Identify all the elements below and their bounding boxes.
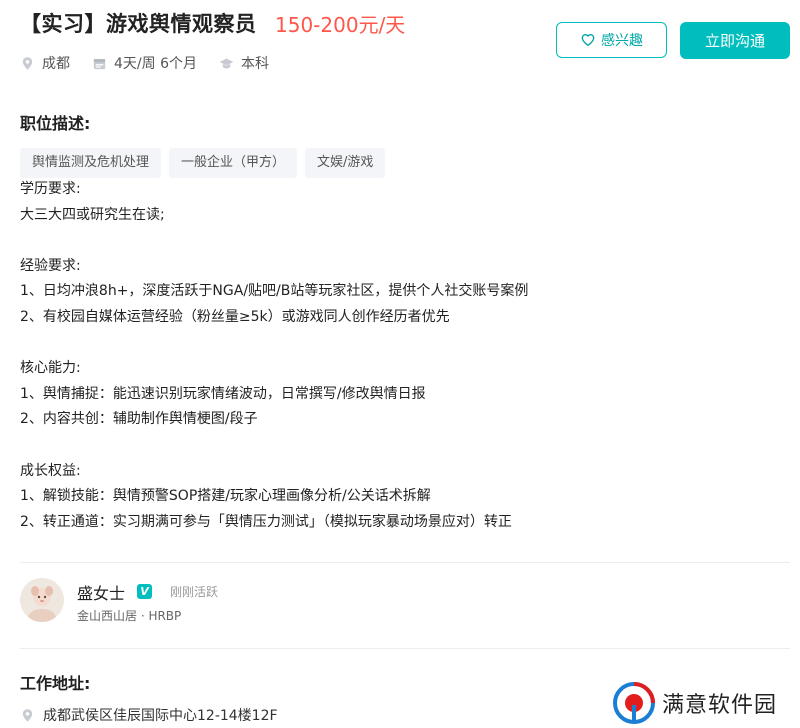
meta-education: 本科 [219,53,269,73]
meta-schedule: 4天/周 6个月 [92,53,197,73]
recruiter-name: 盛女士 [77,584,126,603]
description-line [20,228,780,254]
chat-now-button[interactable]: 立即沟通 [680,22,790,59]
recruiter-avatar-image [20,578,64,622]
address-section-title: 工作地址: [20,674,91,693]
recruiter-company-role: 金山西山居 · HRBP [77,609,182,623]
job-tag: 舆情监测及危机处理 [20,148,162,178]
site-watermark: 满意软件园 [612,680,792,726]
meta-city-text: 成都 [42,56,70,72]
description-line: 2、内容共创：辅助制作舆情梗图/段子 [20,411,258,428]
location-pin-icon [22,56,33,70]
description-line: 1、解锁技能：舆情预警SOP搭建/玩家心理画像分析/公关话术拆解 [20,488,431,505]
description-line: 2、有校园自媒体运营经验（粉丝量≥5k）或游戏同人创作经历者优先 [20,308,450,325]
work-address-text: 成都武侯区佳辰国际中心12-14楼12F [43,708,278,724]
description-line: 经验要求: [20,257,81,274]
meta-city: 成都 [20,53,70,73]
section-divider [20,648,790,649]
graduation-cap-icon [219,58,234,68]
heart-icon [581,34,595,46]
watermark-logo-icon [613,682,655,724]
job-title: 【实习】游戏舆情观察员 [20,12,257,36]
job-tag: 一般企业（甲方） [169,148,298,178]
job-salary: 150-200元/天 [275,13,406,37]
description-section-title: 职位描述: [20,114,91,133]
section-divider [20,562,790,563]
job-header: 【实习】游戏舆情观察员 150-200元/天 感兴趣 立即沟通 成都 4天/周 … [0,0,800,90]
description-line: 2、转正通道：实习期满可参与「舆情压力测试」（模拟玩家暴动场景应对）转正 [20,513,512,530]
interest-button[interactable]: 感兴趣 [556,22,667,58]
calendar-icon [93,58,106,69]
meta-education-text: 本科 [240,56,269,72]
description-line: 核心能力: [20,360,81,377]
description-line: 学历要求: [20,181,81,197]
job-description: 学历要求: 大三大四或研究生在读; 经验要求: 1、日均冲浪8h+，深度活跃于N… [20,177,780,535]
watermark-text: 满意软件园 [662,693,778,718]
description-line: 大三大四或研究生在读; [20,206,165,223]
job-tags: 舆情监测及危机处理 一般企业（甲方） 文娱/游戏 [20,148,386,178]
description-line: 成长权益: [20,462,81,479]
description-line [20,433,780,459]
avatar[interactable] [20,578,64,622]
job-tag: 文娱/游戏 [305,148,386,178]
location-pin-icon [22,708,33,722]
description-line [20,331,780,357]
description-line: 1、日均冲浪8h+，深度活跃于NGA/贴吧/B站等玩家社区，提供个人社交账号案例 [20,283,529,300]
verified-badge-icon: V [137,584,152,599]
interest-button-label: 感兴趣 [601,33,643,49]
job-meta: 成都 4天/周 6个月 本科 [20,53,291,73]
meta-schedule-text: 4天/周 6个月 [114,56,197,72]
work-address[interactable]: 成都武侯区佳辰国际中心12-14楼12F [20,705,278,725]
recruiter-active-status: 刚刚活跃 [170,585,219,599]
description-line: 1、舆情捕捉：能迅速识别玩家情绪波动，日常撰写/修改舆情日报 [20,385,426,402]
